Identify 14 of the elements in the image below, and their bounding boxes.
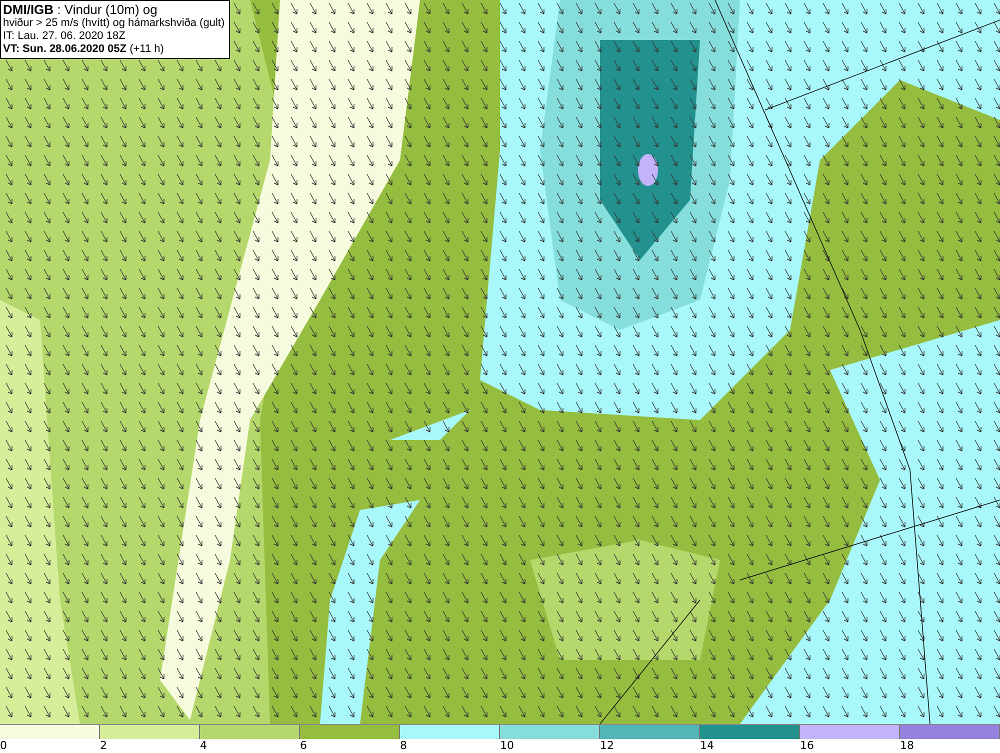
scale-label: 2 <box>100 739 107 753</box>
info-text: VT: Sun. 28.06.2020 05Z (+11 h) <box>3 43 165 56</box>
scale-label: 0 <box>0 739 7 753</box>
scale-label: 10 <box>500 739 514 753</box>
info-text: IT: Lau. 27. 06. 2020 18Z <box>3 30 126 43</box>
scale-label: 8 <box>400 739 407 753</box>
scale-label: 12 <box>600 739 614 753</box>
scale-label: 14 <box>700 739 714 753</box>
scale-label: 4 <box>200 739 207 753</box>
scale-label: 6 <box>300 739 307 753</box>
scale-label: 18 <box>900 739 914 753</box>
info-text: hviður > 25 m/s (hvítt) og hámarkshviða (gult) <box>3 17 225 30</box>
info-text: DMI/IGB : Vindur (10m) og <box>3 2 158 17</box>
scale-label: 16 <box>800 739 814 753</box>
